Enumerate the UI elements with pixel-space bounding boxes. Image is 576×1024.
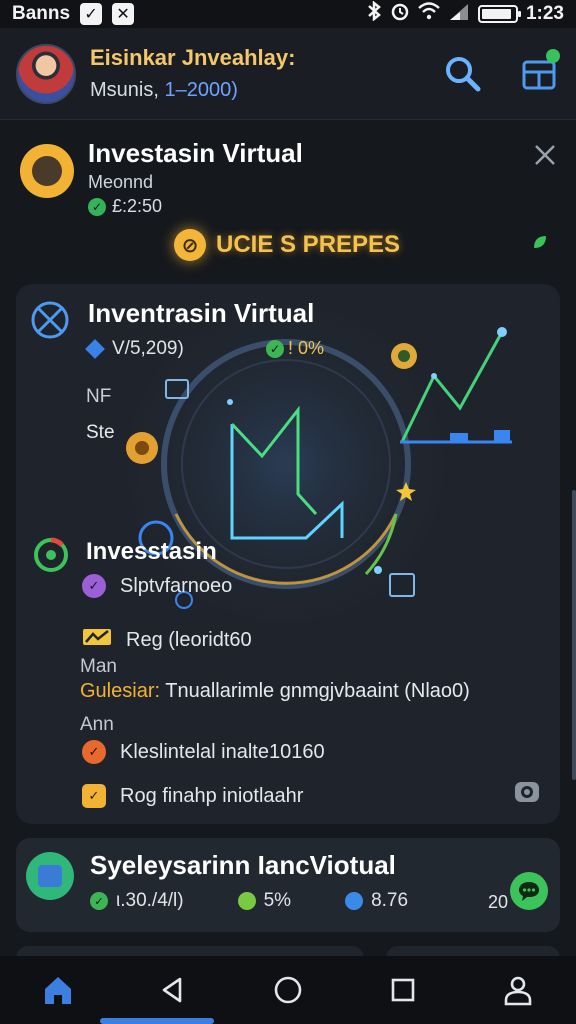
savings-card[interactable]: Syeleysarinn IancViotual ✓ ι.30./4/l) 5%… — [16, 838, 560, 932]
card-stat-change-text: ! 0% — [288, 338, 325, 358]
label-nf: NF — [86, 386, 112, 407]
recents-icon[interactable] — [379, 966, 427, 1014]
savings-stat-text: ι.30./4/l) — [116, 890, 184, 911]
savings-stats: ✓ ι.30./4/l) 5% 8.76 — [90, 890, 462, 912]
progress-ring-icon — [32, 536, 70, 574]
close-icon[interactable] — [530, 140, 560, 170]
crossed-circle-icon — [30, 300, 70, 340]
bluetooth-icon — [366, 0, 382, 27]
list-item[interactable]: Reg (leoridt60 — [82, 626, 252, 654]
savings-stat: 8.76 — [345, 890, 408, 912]
promo-cta-button[interactable]: ⊘ UCIE S PREPES — [170, 226, 414, 264]
investment-card[interactable]: Inventrasin Virtual V/5,209) ✓ ! 0% NF S… — [16, 284, 560, 824]
chat-button[interactable] — [510, 872, 548, 910]
list-item[interactable]: ✓ Rog finahp iniotlaahr — [82, 784, 303, 808]
chart-badge-icon — [82, 626, 112, 654]
app-notification-icon: ✕ — [112, 3, 135, 25]
list-item-label: Slptvfarnoeo — [120, 574, 233, 597]
diamond-icon — [85, 339, 105, 359]
card-stat-value-text: V/5,209) — [112, 338, 184, 359]
badge-check-icon: ✓ — [82, 574, 106, 598]
check-icon: ✓ — [266, 339, 284, 358]
list-item-label: Kleslintelal inalte10160 — [120, 740, 325, 763]
home-icon[interactable] — [34, 966, 82, 1014]
carrier-label: Banns — [12, 3, 71, 24]
promo-title: Investasin Virtual — [88, 138, 303, 168]
profile-icon[interactable] — [494, 966, 542, 1014]
card-title: Inventrasin Virtual — [88, 298, 315, 328]
camera-icon[interactable] — [512, 776, 542, 806]
header-subtitle-number: 1‒2000) — [164, 79, 238, 101]
label-man: Man — [80, 656, 117, 677]
active-tab-indicator — [100, 1018, 214, 1024]
avatar[interactable] — [16, 43, 76, 104]
investment-coin-icon — [20, 144, 74, 198]
header-subtitle: Msunis, 1‒2000) — [90, 79, 295, 102]
leaf-icon — [532, 234, 548, 250]
battery-icon — [477, 5, 521, 23]
status-bar: Banns ✓ ✕ 1:23 — [0, 0, 576, 28]
list-item[interactable]: ✓ Kleslintelal inalte10160 — [82, 740, 325, 764]
check-notification-icon: ✓ — [80, 3, 103, 25]
savings-box-icon — [26, 852, 74, 900]
label-st: Ste — [86, 422, 115, 443]
search-icon[interactable] — [442, 53, 484, 95]
promo-value-text: £:2:50 — [112, 196, 163, 216]
check-badge-icon: ✓ — [82, 740, 106, 764]
guide-text: Gulesiar: Tnuallarimle gnmgjvbaaint (Nla… — [80, 680, 470, 703]
edit-check-icon: ✓ — [82, 784, 106, 808]
home-circle-icon[interactable] — [264, 966, 312, 1014]
clock: 1:23 — [525, 3, 564, 24]
info-dot-icon — [345, 892, 364, 910]
signal-icon — [448, 2, 470, 26]
list-item-label: Reg (leoridt60 — [126, 628, 252, 651]
percent-dot-icon — [237, 892, 256, 910]
list-item[interactable]: ✓ Slptvfarnoeo — [82, 574, 232, 598]
wallet-icon[interactable] — [518, 48, 560, 95]
savings-stat-text: 5% — [263, 890, 292, 911]
guide-body: Tnuallarimle gnmgjvbaaint (Nlao0) — [160, 680, 470, 702]
card-stat-value: V/5,209) — [85, 338, 184, 360]
list-item-label: Rog finahp iniotlaahr — [120, 784, 304, 807]
check-icon: ✓ — [88, 197, 106, 216]
notification-dot — [546, 48, 560, 63]
savings-stat: ✓ ι.30./4/l) — [90, 890, 184, 912]
alarm-icon — [390, 1, 410, 27]
app-header: Eisinkar Jnveahlay: Msunis, 1‒2000) — [0, 28, 576, 120]
check-icon: ✓ — [90, 892, 108, 910]
header-title: Eisinkar Jnveahlay: — [90, 45, 296, 70]
promo-subtitle: Meonnd — [88, 172, 154, 192]
savings-stat-text: 8.76 — [371, 890, 409, 911]
header-subtitle-prefix: Msunis, — [90, 79, 165, 101]
savings-stat: 5% — [237, 890, 292, 912]
bottom-nav — [0, 956, 576, 1024]
section-title: Invesstasin — [86, 538, 217, 565]
savings-card-title: Syeleysarinn IancViotual — [90, 850, 396, 880]
back-icon[interactable] — [149, 966, 197, 1014]
chat-bubble-icon — [519, 882, 539, 901]
scrollbar[interactable] — [572, 490, 576, 780]
promo-cta-label: UCIE S PREPES — [216, 231, 401, 258]
wifi-icon — [418, 2, 440, 26]
card-stat-change: ✓ ! 0% — [266, 338, 324, 359]
savings-extra: 20 — [488, 892, 509, 912]
label-ann: Ann — [80, 714, 114, 735]
coin-icon: ⊘ — [174, 229, 206, 261]
guide-prefix: Gulesiar: — [80, 680, 161, 702]
promo-value: ✓ £:2:50 — [88, 196, 162, 217]
